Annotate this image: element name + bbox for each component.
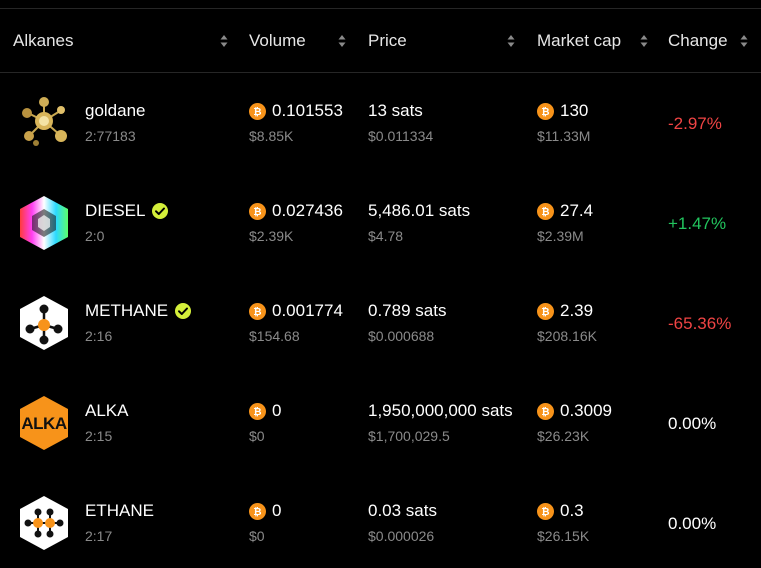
bitcoin-icon: ₿ <box>537 403 554 420</box>
verified-check-icon <box>151 202 169 220</box>
change-percent: 0.00% <box>668 414 717 433</box>
token-name[interactable]: ETHANE <box>85 501 154 521</box>
volume-btc: 0.027436 <box>272 201 343 220</box>
column-label: Change <box>668 31 728 50</box>
svg-text:₿: ₿ <box>253 306 261 317</box>
token-id: 2:0 <box>85 228 105 244</box>
diesel-rainbow-hexagon-icon <box>16 195 72 251</box>
svg-text:₿: ₿ <box>541 406 549 417</box>
price-usd: $0.000026 <box>368 528 435 544</box>
bitcoin-icon: ₿ <box>249 403 266 420</box>
volume-usd: $0 <box>249 428 265 444</box>
price-sats: 5,486.01 sats <box>368 201 471 220</box>
market-cap-btc: 2.39 <box>560 301 594 320</box>
price-sats: 0.03 sats <box>368 501 437 520</box>
bitcoin-icon: ₿ <box>249 303 266 320</box>
market-cap-usd: $26.23K <box>537 428 590 444</box>
alka-orange-hexagon-icon: ALKA <box>16 395 72 451</box>
column-header-volume[interactable]: Volume <box>249 9 306 73</box>
token-id: 2:77183 <box>85 128 136 144</box>
column-label: Alkanes <box>13 31 74 50</box>
token-name[interactable]: DIESEL <box>85 201 169 221</box>
bitcoin-icon: ₿ <box>249 103 266 120</box>
table-row[interactable]: goldane 2:77183 ₿ 0.101553 $8.85K 13 sat… <box>0 73 761 173</box>
token-name[interactable]: ALKA <box>85 401 128 421</box>
volume-btc: 0 <box>272 401 282 420</box>
price-sats: 0.789 sats <box>368 301 447 320</box>
column-label: Market cap <box>537 31 622 50</box>
column-header-market-cap[interactable]: Market cap <box>537 9 621 73</box>
market-cap-usd: $208.16K <box>537 328 597 344</box>
table-row[interactable]: ETHANE 2:17 ₿ 0 $0 0.03 sats $0.000026 ₿… <box>0 473 761 568</box>
price-usd: $0.011334 <box>368 128 434 144</box>
market-cap-btc: 27.4 <box>560 201 594 220</box>
market-cap-btc: 0.3009 <box>560 401 612 420</box>
price-usd: $4.78 <box>368 228 404 244</box>
price-sats: 1,950,000,000 sats <box>368 401 513 420</box>
column-header-alkanes[interactable]: Alkanes <box>13 9 73 73</box>
sort-updown-icon[interactable] <box>338 33 346 49</box>
ethane-molecule-hexagon-icon <box>16 495 72 551</box>
change-percent: +1.47% <box>668 214 727 233</box>
bitcoin-icon: ₿ <box>537 503 554 520</box>
svg-text:₿: ₿ <box>541 506 549 517</box>
svg-text:₿: ₿ <box>253 106 261 117</box>
alkanes-table: Alkanes Volume Price Market cap Change g… <box>0 8 761 568</box>
volume-btc: 0.001774 <box>272 301 343 320</box>
table-body: goldane 2:77183 ₿ 0.101553 $8.85K 13 sat… <box>0 73 761 568</box>
volume-usd: $2.39K <box>249 228 294 244</box>
bitcoin-icon: ₿ <box>249 203 266 220</box>
goldane-molecule-icon <box>16 93 72 149</box>
svg-text:₿: ₿ <box>541 106 549 117</box>
column-header-change[interactable]: Change <box>668 9 728 73</box>
price-usd: $0.000688 <box>368 328 435 344</box>
sort-updown-icon[interactable] <box>640 33 648 49</box>
methane-molecule-hexagon-icon <box>16 295 72 351</box>
volume-usd: $154.68 <box>249 328 300 344</box>
svg-text:₿: ₿ <box>253 406 261 417</box>
market-cap-btc: 130 <box>560 101 589 120</box>
price-sats: 13 sats <box>368 101 423 120</box>
market-cap-usd: $26.15K <box>537 528 590 544</box>
market-cap-usd: $11.33M <box>537 128 591 144</box>
table-header: Alkanes Volume Price Market cap Change <box>0 9 761 73</box>
volume-btc: 0.101553 <box>272 101 343 120</box>
volume-btc: 0 <box>272 501 282 520</box>
verified-check-icon <box>174 302 192 320</box>
svg-text:₿: ₿ <box>253 206 261 217</box>
column-label: Price <box>368 31 407 50</box>
token-name[interactable]: goldane <box>85 101 146 121</box>
table-row[interactable]: ALKA ALKA 2:15 ₿ 0 $0 1,950,000,000 sats… <box>0 373 761 473</box>
change-percent: -65.36% <box>668 314 732 333</box>
sort-updown-icon[interactable] <box>740 33 748 49</box>
column-label: Volume <box>249 31 306 50</box>
sort-updown-icon[interactable] <box>220 33 228 49</box>
token-id: 2:16 <box>85 328 113 344</box>
sort-updown-icon[interactable] <box>507 33 515 49</box>
column-header-price[interactable]: Price <box>368 9 407 73</box>
volume-usd: $8.85K <box>249 128 294 144</box>
bitcoin-icon: ₿ <box>537 303 554 320</box>
change-percent: 0.00% <box>668 514 717 533</box>
token-id: 2:17 <box>85 528 113 544</box>
svg-text:₿: ₿ <box>541 206 549 217</box>
change-percent: -2.97% <box>668 114 722 133</box>
bitcoin-icon: ₿ <box>537 103 554 120</box>
bitcoin-icon: ₿ <box>249 503 266 520</box>
svg-text:₿: ₿ <box>253 506 261 517</box>
table-row[interactable]: DIESEL 2:0 ₿ 0.027436 $2.39K 5,486.01 sa… <box>0 173 761 273</box>
token-name[interactable]: METHANE <box>85 301 192 321</box>
svg-text:₿: ₿ <box>541 306 549 317</box>
market-cap-usd: $2.39M <box>537 228 584 244</box>
bitcoin-icon: ₿ <box>537 203 554 220</box>
price-usd: $1,700,029.5 <box>368 428 450 444</box>
market-cap-btc: 0.3 <box>560 501 584 520</box>
alka-logo-text: ALKA <box>21 414 66 433</box>
token-id: 2:15 <box>85 428 113 444</box>
volume-usd: $0 <box>249 528 265 544</box>
table-row[interactable]: METHANE 2:16 ₿ 0.001774 $154.68 0.789 sa… <box>0 273 761 373</box>
